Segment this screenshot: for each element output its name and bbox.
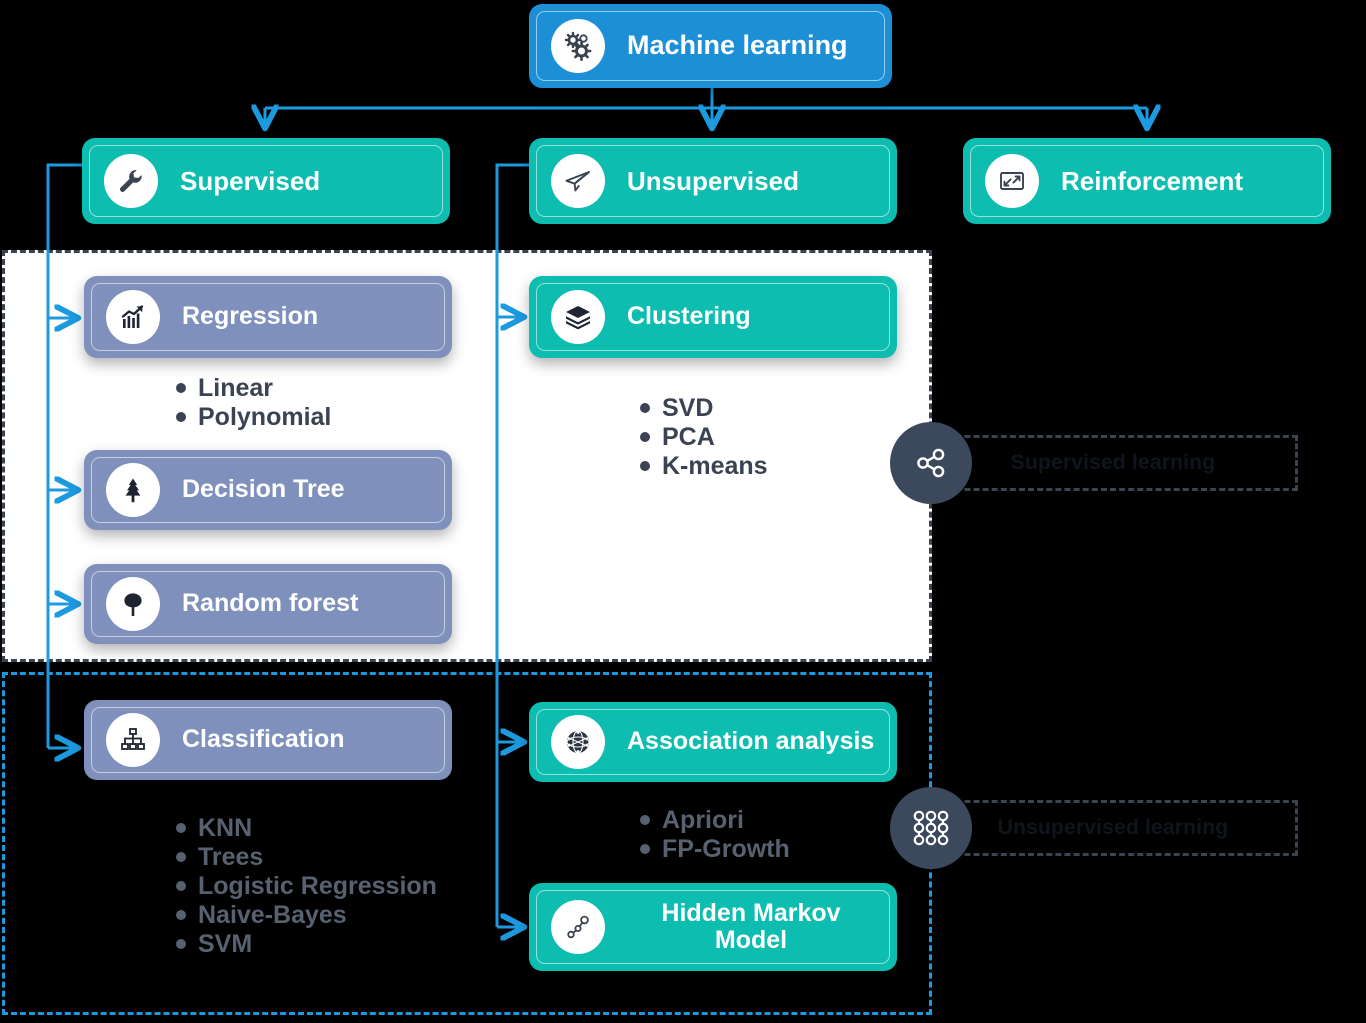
node-machine-learning[interactable]: Machine learning bbox=[529, 4, 892, 88]
list-item: Naive-Bayes bbox=[176, 901, 437, 930]
layers-icon bbox=[551, 290, 605, 344]
list-item: Polynomial bbox=[176, 403, 331, 432]
node-label: Unsupervised bbox=[627, 165, 799, 196]
node-label: Machine learning bbox=[627, 30, 848, 61]
list-item: SVM bbox=[176, 930, 437, 959]
screen-arrows-icon bbox=[985, 154, 1039, 208]
list-item: KNN bbox=[176, 814, 437, 843]
node-regression[interactable]: Regression bbox=[84, 276, 452, 358]
node-label: Classification bbox=[182, 725, 345, 754]
pine-tree-icon bbox=[106, 463, 160, 517]
neural-grid-icon bbox=[890, 787, 972, 869]
node-reinforcement[interactable]: Reinforcement bbox=[963, 138, 1331, 224]
node-decision-tree[interactable]: Decision Tree bbox=[84, 450, 452, 530]
hierarchy-icon bbox=[106, 713, 160, 767]
node-label: Random forest bbox=[182, 589, 359, 618]
connected-nodes-icon bbox=[551, 900, 605, 954]
node-supervised[interactable]: Supervised bbox=[82, 138, 450, 224]
list-item: Linear bbox=[176, 374, 331, 403]
chart-growth-icon bbox=[106, 290, 160, 344]
list-item: Apriori bbox=[640, 806, 790, 835]
node-label: Hidden Markov Model bbox=[661, 898, 841, 954]
node-label: Supervised bbox=[180, 165, 321, 196]
list-item: SVD bbox=[640, 394, 768, 423]
node-hidden-markov-model[interactable]: Hidden Markov Model bbox=[529, 883, 897, 971]
list-item: Trees bbox=[176, 843, 437, 872]
list-item: Logistic Regression bbox=[176, 872, 437, 901]
wrench-icon bbox=[104, 154, 158, 208]
regression-bullets: Linear Polynomial bbox=[176, 374, 331, 432]
node-label: Association analysis bbox=[627, 727, 875, 756]
tree-icon bbox=[106, 577, 160, 631]
node-label: Clustering bbox=[627, 302, 751, 331]
diagram-canvas: Machine learning Supervised Unsupervised bbox=[0, 0, 1366, 1023]
node-label: Decision Tree bbox=[182, 475, 345, 504]
node-clustering[interactable]: Clustering bbox=[529, 276, 897, 358]
node-label: Regression bbox=[182, 302, 319, 331]
association-bullets: Apriori FP-Growth bbox=[640, 806, 790, 864]
classification-bullets: KNN Trees Logistic Regression Naive-Baye… bbox=[176, 814, 437, 959]
share-nodes-icon bbox=[890, 422, 972, 504]
globe-network-icon bbox=[551, 715, 605, 769]
paper-plane-icon bbox=[551, 154, 605, 208]
list-item: K-means bbox=[640, 452, 768, 481]
supervised-group-label: Supervised learning bbox=[928, 435, 1298, 491]
list-item: FP-Growth bbox=[640, 835, 790, 864]
node-association-analysis[interactable]: Association analysis bbox=[529, 702, 897, 782]
gears-icon bbox=[551, 19, 605, 73]
node-classification[interactable]: Classification bbox=[84, 700, 452, 780]
node-random-forest[interactable]: Random forest bbox=[84, 564, 452, 644]
node-label: Reinforcement bbox=[1061, 165, 1244, 196]
clustering-bullets: SVD PCA K-means bbox=[640, 394, 768, 481]
node-unsupervised[interactable]: Unsupervised bbox=[529, 138, 897, 224]
unsupervised-group-label: Unsupervised learning bbox=[928, 800, 1298, 856]
list-item: PCA bbox=[640, 423, 768, 452]
